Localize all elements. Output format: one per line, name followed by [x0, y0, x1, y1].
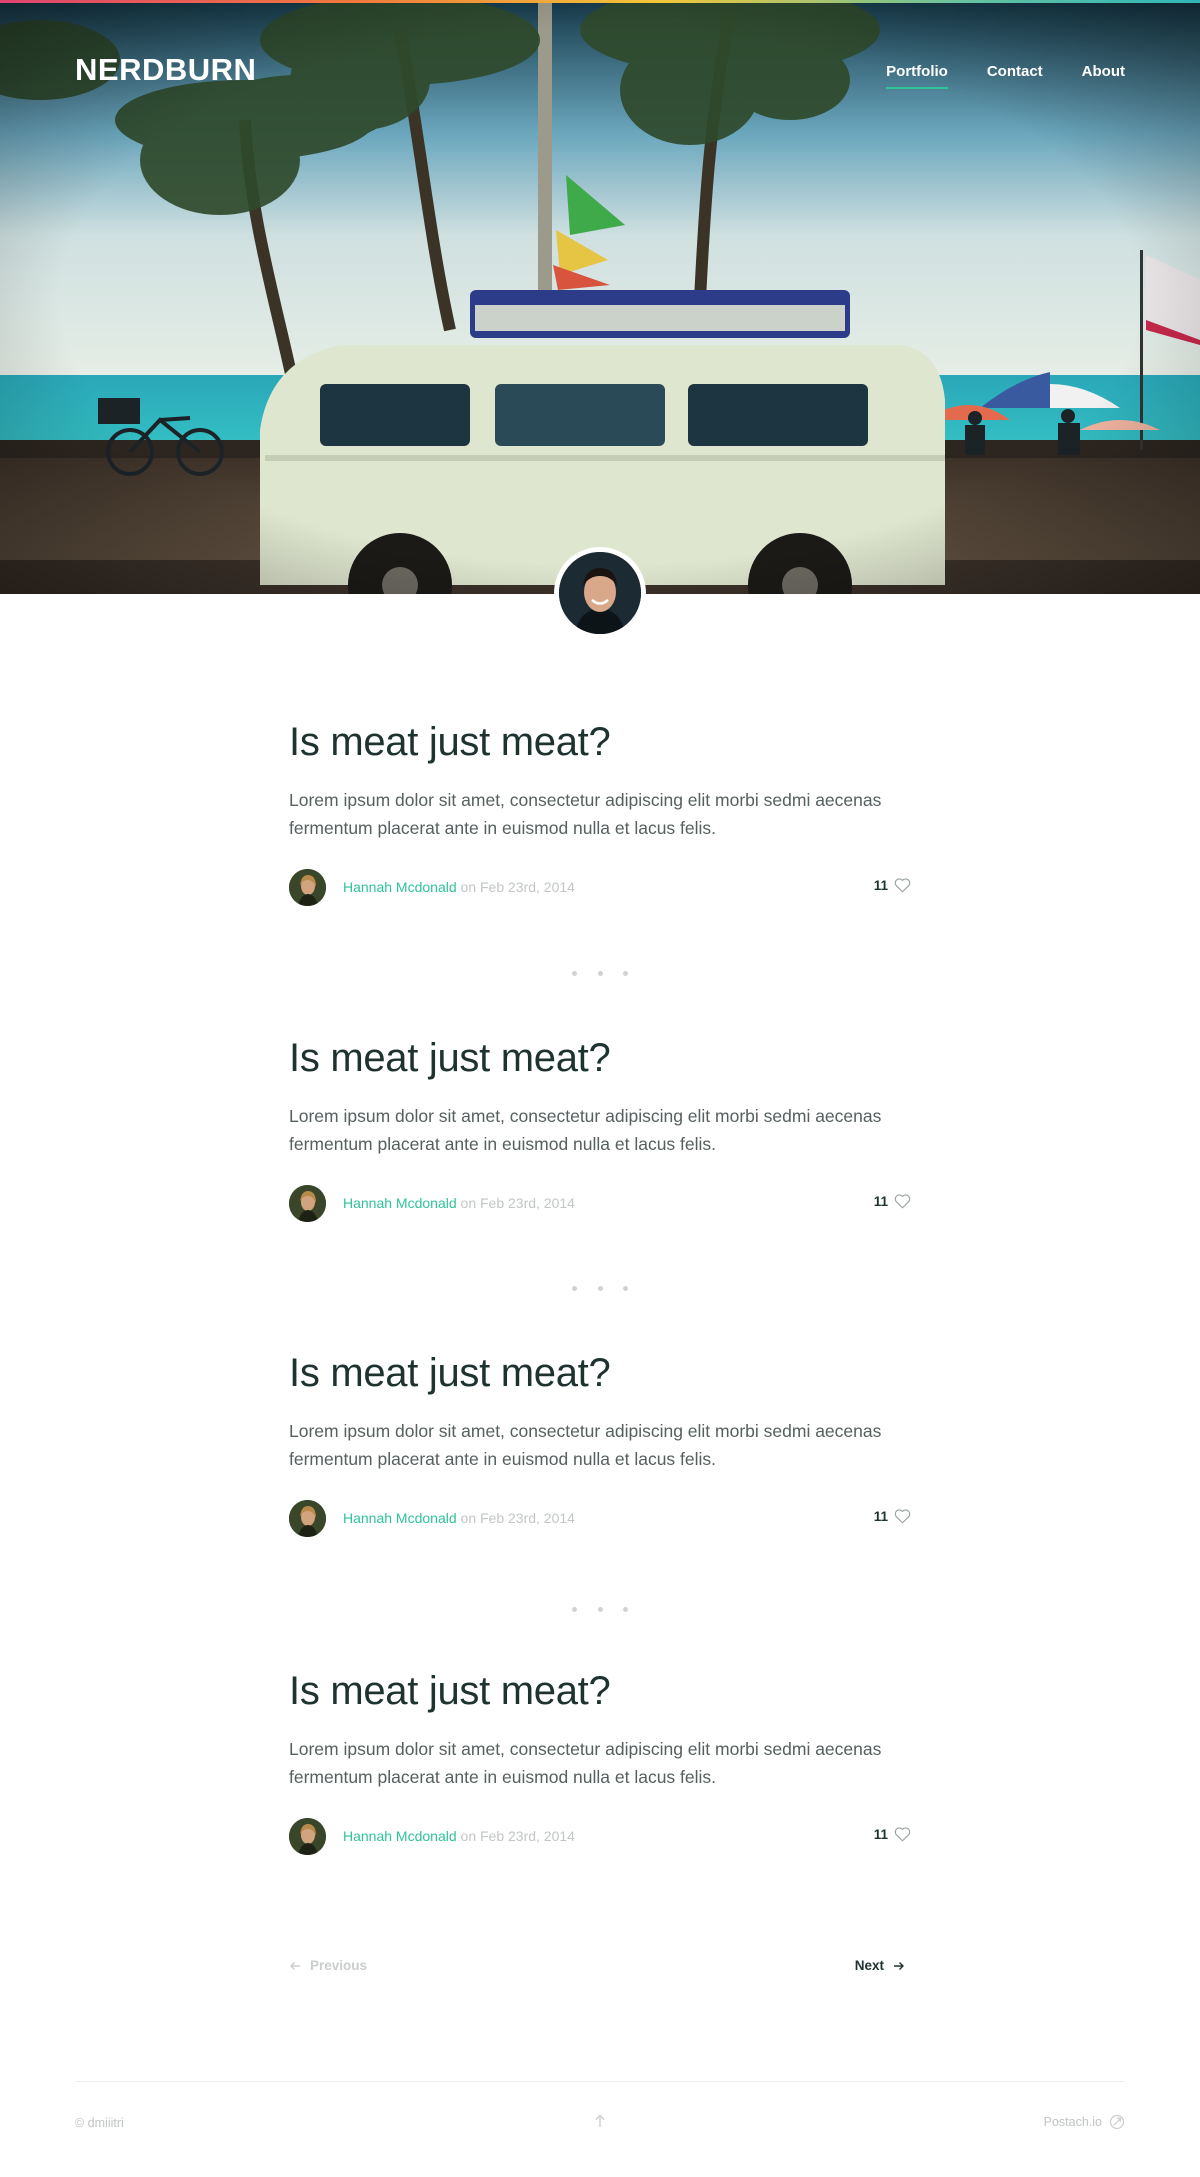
heart-icon	[894, 1194, 911, 1209]
post-divider	[572, 1607, 628, 1613]
nav-item-portfolio[interactable]: Portfolio	[886, 63, 948, 89]
post-author-avatar[interactable]	[289, 868, 326, 906]
top-accent-bar	[0, 0, 1200, 3]
arrow-left-icon	[290, 1961, 300, 1970]
powered-by-label: Postach.io	[1043, 2115, 1102, 2129]
post-item: Is meat just meat? Lorem ipsum dolor sit…	[289, 1034, 911, 1222]
post-date: on Feb 23rd, 2014	[460, 1828, 575, 1844]
post-date: on Feb 23rd, 2014	[460, 1510, 575, 1526]
post-item: Is meat just meat? Lorem ipsum dolor sit…	[289, 718, 911, 906]
like-button[interactable]: 11	[874, 1826, 911, 1842]
post-excerpt: Lorem ipsum dolor sit amet, consectetur …	[289, 1106, 882, 1154]
site-logo[interactable]: NERDBURN	[75, 52, 256, 88]
post-byline: Hannah Mcdonald on Feb 23rd, 2014	[343, 1195, 575, 1211]
post-title[interactable]: Is meat just meat?	[289, 718, 911, 766]
arrow-up-icon[interactable]	[593, 2113, 607, 2129]
post-excerpt: Lorem ipsum dolor sit amet, consectetur …	[289, 790, 882, 838]
nav-item-about[interactable]: About	[1082, 63, 1125, 89]
post-title[interactable]: Is meat just meat?	[289, 1349, 911, 1397]
post-meta: Hannah Mcdonald on Feb 23rd, 2014 11	[289, 868, 911, 906]
post-date: on Feb 23rd, 2014	[460, 879, 575, 895]
post-author-avatar[interactable]	[289, 1817, 326, 1855]
post-date: on Feb 23rd, 2014	[460, 1195, 575, 1211]
like-count: 11	[873, 1826, 888, 1842]
arrow-right-icon	[894, 1961, 904, 1970]
hero-header: NERDBURN Portfolio Contact About	[0, 0, 1200, 594]
post-excerpt: Lorem ipsum dolor sit amet, consectetur …	[289, 1739, 882, 1787]
post-byline: Hannah Mcdonald on Feb 23rd, 2014	[343, 879, 575, 895]
post-title[interactable]: Is meat just meat?	[289, 1667, 911, 1715]
like-button[interactable]: 11	[874, 1193, 911, 1209]
post-divider	[572, 971, 628, 977]
next-page-label: Next	[854, 1958, 884, 1973]
copyright-text: © dmiiitri	[75, 2116, 124, 2130]
powered-by-link[interactable]: Postach.io	[1044, 2114, 1125, 2130]
previous-page-button: Previous	[289, 1958, 367, 1973]
main-nav: Portfolio Contact About	[847, 63, 1125, 89]
like-count: 11	[873, 1508, 888, 1524]
author-avatar[interactable]	[554, 547, 646, 639]
author-portrait-image	[559, 552, 641, 634]
post-divider	[572, 1286, 628, 1292]
like-count: 11	[873, 877, 888, 893]
post-item: Is meat just meat? Lorem ipsum dolor sit…	[289, 1667, 911, 1855]
post-author-link[interactable]: Hannah Mcdonald	[343, 1828, 457, 1844]
post-item: Is meat just meat? Lorem ipsum dolor sit…	[289, 1349, 911, 1537]
next-page-button[interactable]: Next	[855, 1958, 905, 1973]
heart-icon	[894, 1827, 911, 1842]
post-meta: Hannah Mcdonald on Feb 23rd, 2014 11	[289, 1817, 911, 1855]
like-button[interactable]: 11	[874, 1508, 911, 1524]
post-meta: Hannah Mcdonald on Feb 23rd, 2014 11	[289, 1184, 911, 1222]
hero-image	[0, 0, 1200, 594]
post-author-avatar[interactable]	[289, 1499, 326, 1537]
post-byline: Hannah Mcdonald on Feb 23rd, 2014	[343, 1828, 575, 1844]
post-author-link[interactable]: Hannah Mcdonald	[343, 1510, 457, 1526]
heart-icon	[894, 1509, 911, 1524]
post-title[interactable]: Is meat just meat?	[289, 1034, 911, 1082]
heart-icon	[894, 878, 911, 893]
post-byline: Hannah Mcdonald on Feb 23rd, 2014	[343, 1510, 575, 1526]
previous-page-label: Previous	[310, 1958, 368, 1973]
post-author-link[interactable]: Hannah Mcdonald	[343, 1195, 457, 1211]
footer-divider	[75, 2081, 1125, 2082]
like-count: 11	[873, 1193, 888, 1209]
postachio-logo-icon	[1109, 2114, 1125, 2130]
post-author-link[interactable]: Hannah Mcdonald	[343, 879, 457, 895]
like-button[interactable]: 11	[874, 877, 911, 893]
site-footer: © dmiiitri Postach.io	[75, 2113, 1125, 2136]
post-excerpt: Lorem ipsum dolor sit amet, consectetur …	[289, 1421, 882, 1469]
pagination: Previous Next	[289, 1958, 905, 1978]
post-author-avatar[interactable]	[289, 1184, 326, 1222]
post-meta: Hannah Mcdonald on Feb 23rd, 2014 11	[289, 1499, 911, 1537]
nav-item-contact[interactable]: Contact	[987, 63, 1043, 89]
